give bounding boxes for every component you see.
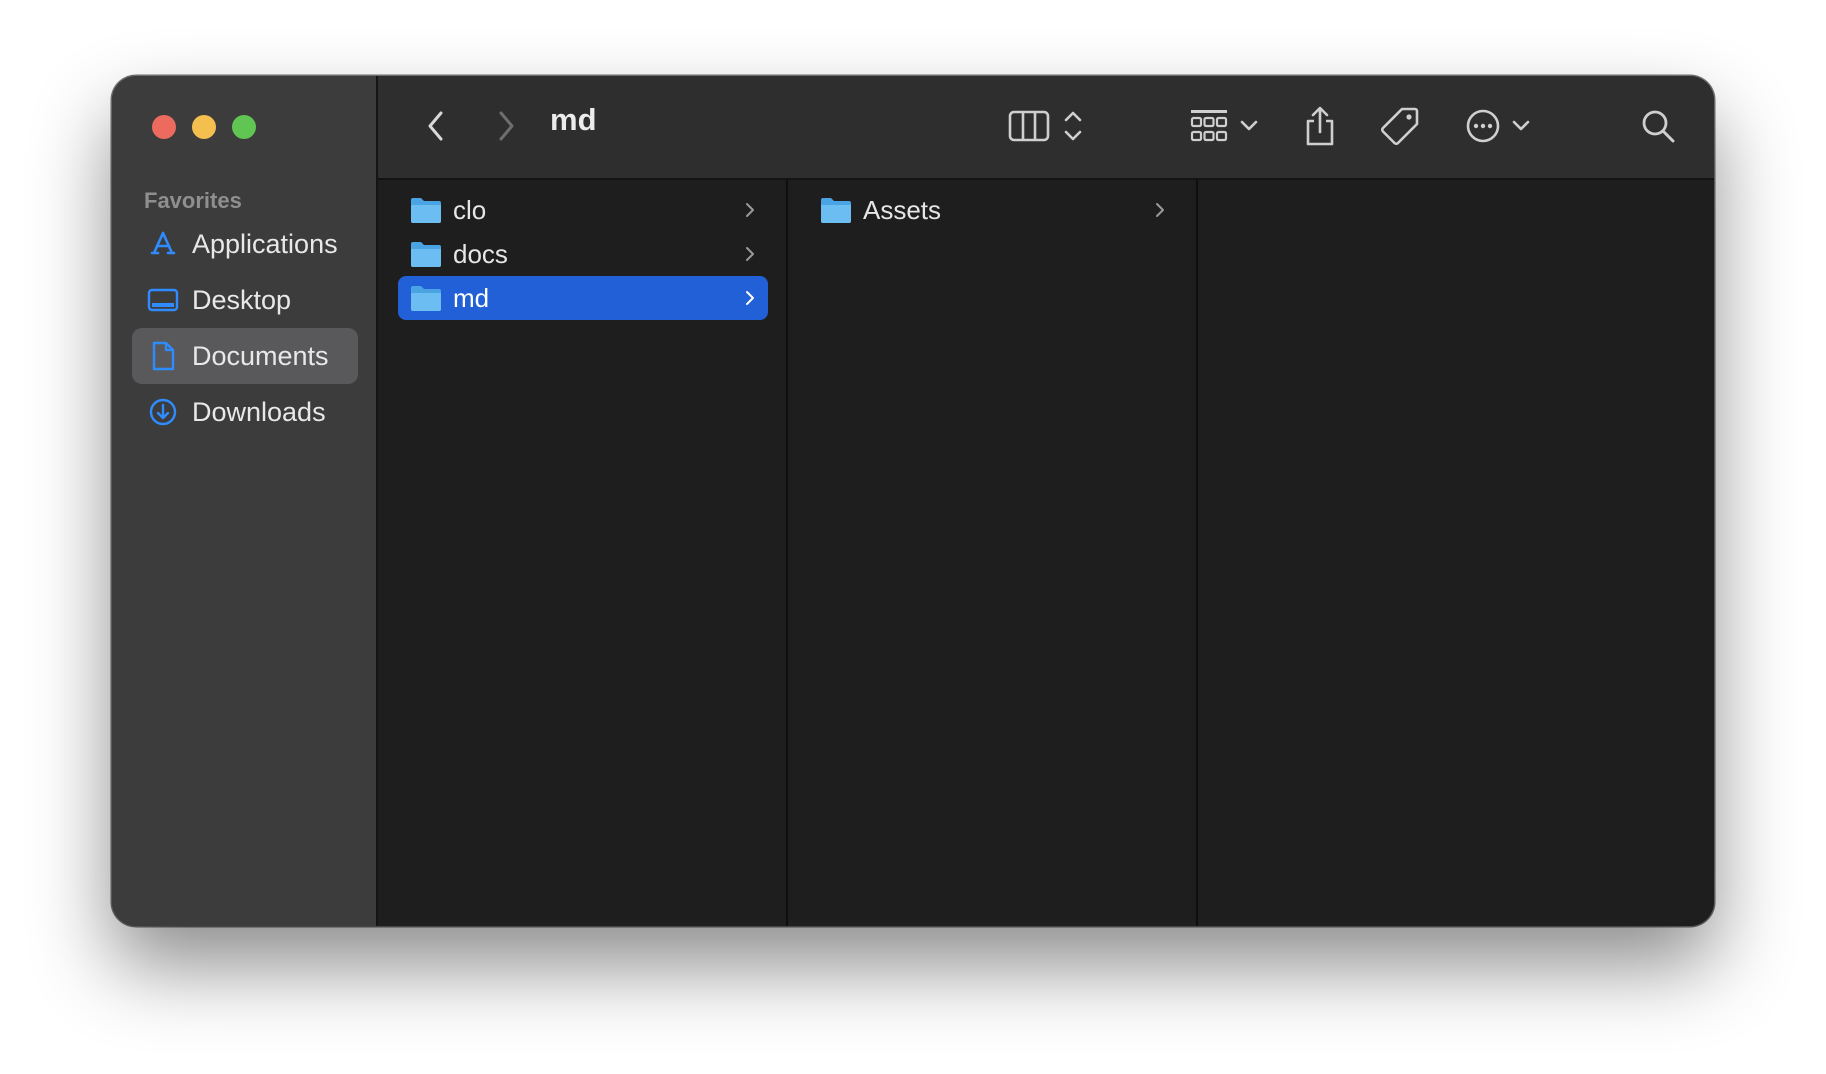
sidebar-item-label: Downloads bbox=[192, 396, 326, 427]
list-item-folder-md[interactable]: md bbox=[398, 276, 768, 320]
toolbar: md bbox=[378, 76, 1714, 180]
view-options-chevron-icon bbox=[1064, 111, 1082, 141]
forward-button[interactable] bbox=[488, 106, 524, 146]
documents-icon bbox=[146, 339, 180, 373]
view-mode-button[interactable] bbox=[1004, 106, 1088, 146]
browser-column-3 bbox=[1198, 180, 1714, 926]
chevron-down-icon bbox=[1512, 120, 1530, 131]
folder-icon bbox=[411, 242, 441, 267]
browser-column-2: Assets bbox=[788, 180, 1198, 926]
sidebar-item-documents[interactable]: Documents bbox=[132, 328, 358, 384]
close-window-button[interactable] bbox=[152, 115, 176, 139]
folder-name: clo bbox=[453, 194, 487, 225]
search-icon bbox=[1642, 110, 1675, 143]
column-browser: clo docs md Assets bbox=[378, 180, 1714, 926]
tag-button[interactable] bbox=[1378, 104, 1422, 148]
chevron-right-icon bbox=[1156, 203, 1164, 217]
browser-column-1: clo docs md bbox=[378, 180, 788, 926]
folder-name: md bbox=[453, 282, 490, 313]
share-button[interactable] bbox=[1300, 102, 1340, 150]
finder-window: Favorites Applications Desktop Documents… bbox=[112, 76, 1714, 926]
column-view-icon bbox=[1008, 110, 1050, 142]
folder-icon bbox=[411, 198, 441, 223]
chevron-right-icon bbox=[746, 291, 754, 305]
tag-icon bbox=[1381, 107, 1419, 145]
desktop-icon bbox=[146, 283, 180, 317]
folder-icon bbox=[821, 198, 851, 223]
sidebar-item-label: Documents bbox=[192, 340, 329, 371]
maximize-window-button[interactable] bbox=[232, 115, 256, 139]
list-item-folder-docs[interactable]: docs bbox=[398, 232, 768, 276]
sidebar-item-downloads[interactable]: Downloads bbox=[132, 384, 358, 440]
applications-icon bbox=[146, 227, 180, 261]
window-title: md bbox=[550, 102, 597, 137]
back-button[interactable] bbox=[418, 106, 454, 146]
more-icon bbox=[1466, 109, 1500, 143]
share-icon bbox=[1306, 106, 1334, 146]
back-icon bbox=[428, 111, 443, 141]
folder-icon bbox=[411, 286, 441, 311]
sidebar-item-applications[interactable]: Applications bbox=[132, 216, 358, 272]
group-icon bbox=[1190, 110, 1228, 142]
sidebar: Favorites Applications Desktop Documents… bbox=[112, 76, 378, 926]
folder-name: docs bbox=[453, 238, 508, 269]
chevron-down-icon bbox=[1240, 120, 1258, 131]
list-item-folder-assets[interactable]: Assets bbox=[808, 188, 1178, 232]
sidebar-section-favorites: Favorites bbox=[144, 188, 242, 213]
more-actions-button[interactable] bbox=[1462, 106, 1534, 146]
list-item-folder-clo[interactable]: clo bbox=[398, 188, 768, 232]
minimize-window-button[interactable] bbox=[192, 115, 216, 139]
chevron-right-icon bbox=[746, 247, 754, 261]
downloads-icon bbox=[146, 395, 180, 429]
folder-name: Assets bbox=[863, 194, 942, 225]
search-button[interactable] bbox=[1638, 106, 1678, 146]
sidebar-item-label: Applications bbox=[192, 228, 338, 259]
sidebar-item-label: Desktop bbox=[192, 284, 292, 315]
chevron-right-icon bbox=[746, 203, 754, 217]
forward-icon bbox=[499, 111, 514, 141]
group-button[interactable] bbox=[1184, 106, 1264, 146]
sidebar-item-desktop[interactable]: Desktop bbox=[132, 272, 358, 328]
